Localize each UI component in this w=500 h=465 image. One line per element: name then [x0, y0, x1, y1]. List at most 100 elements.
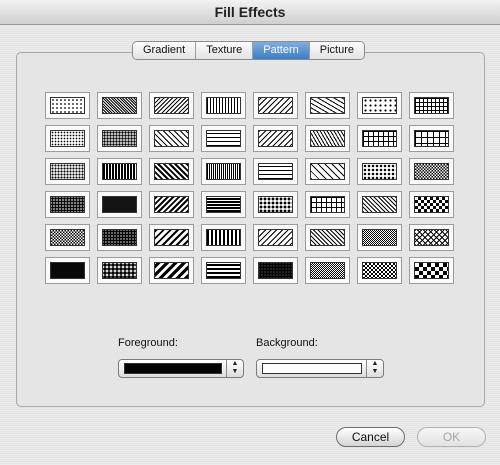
pattern-swatch[interactable]: [149, 92, 194, 119]
pattern-swatch[interactable]: [253, 191, 298, 218]
pattern-fill: [154, 130, 189, 147]
pattern-swatch[interactable]: [149, 191, 194, 218]
pattern-swatch[interactable]: [409, 224, 454, 251]
pattern-swatch[interactable]: [305, 191, 350, 218]
pattern-fill: [154, 229, 189, 246]
pattern-fill: [258, 229, 293, 246]
pattern-swatch[interactable]: [305, 125, 350, 152]
pattern-swatch[interactable]: [357, 125, 402, 152]
pattern-swatch[interactable]: [357, 257, 402, 284]
tab-pattern[interactable]: Pattern: [253, 42, 310, 59]
pattern-swatch[interactable]: [149, 224, 194, 251]
pattern-swatch[interactable]: [305, 92, 350, 119]
pattern-fill: [258, 97, 293, 114]
pattern-fill: [154, 163, 189, 180]
pattern-fill: [362, 97, 397, 114]
ok-button[interactable]: OK: [417, 427, 486, 447]
pattern-swatch[interactable]: [305, 158, 350, 185]
pattern-swatch[interactable]: [357, 191, 402, 218]
pattern-fill: [50, 97, 85, 114]
pattern-swatch[interactable]: [97, 92, 142, 119]
pattern-fill: [206, 196, 241, 213]
tab-gradient[interactable]: Gradient: [133, 42, 197, 59]
pattern-fill: [102, 163, 137, 180]
pattern-fill: [206, 97, 241, 114]
tab-texture[interactable]: Texture: [196, 42, 254, 59]
pattern-fill: [206, 229, 241, 246]
pattern-swatch[interactable]: [45, 92, 90, 119]
pattern-fill: [102, 229, 137, 246]
pattern-fill: [206, 163, 241, 180]
pattern-swatch[interactable]: [201, 191, 246, 218]
pattern-swatch[interactable]: [253, 224, 298, 251]
tab-bar: Gradient Texture Pattern Picture: [132, 41, 365, 60]
tab-picture[interactable]: Picture: [309, 42, 364, 59]
pattern-swatch[interactable]: [357, 92, 402, 119]
pattern-fill: [50, 262, 85, 279]
pattern-swatch[interactable]: [201, 125, 246, 152]
pattern-fill: [310, 163, 345, 180]
pattern-fill: [102, 130, 137, 147]
pattern-swatch[interactable]: [201, 224, 246, 251]
popup-arrows-icon: ▲ ▼: [366, 360, 383, 377]
pattern-swatch[interactable]: [97, 125, 142, 152]
pattern-fill: [414, 130, 449, 147]
pattern-fill: [310, 196, 345, 213]
pattern-fill: [206, 262, 241, 279]
pattern-swatch[interactable]: [45, 191, 90, 218]
pattern-fill: [362, 262, 397, 279]
pattern-fill: [414, 196, 449, 213]
background-color-popup[interactable]: ▲ ▼: [256, 359, 384, 378]
pattern-fill: [414, 163, 449, 180]
pattern-swatch[interactable]: [149, 257, 194, 284]
pattern-fill: [362, 163, 397, 180]
pattern-swatch[interactable]: [253, 257, 298, 284]
pattern-grid: [45, 92, 454, 284]
pattern-swatch[interactable]: [409, 257, 454, 284]
pattern-fill: [362, 130, 397, 147]
pattern-swatch[interactable]: [201, 257, 246, 284]
pattern-swatch[interactable]: [305, 224, 350, 251]
pattern-fill: [154, 196, 189, 213]
pattern-swatch[interactable]: [149, 158, 194, 185]
pattern-swatch[interactable]: [253, 158, 298, 185]
pattern-swatch[interactable]: [357, 224, 402, 251]
pattern-swatch[interactable]: [201, 92, 246, 119]
pattern-fill: [50, 196, 85, 213]
pattern-swatch[interactable]: [97, 257, 142, 284]
pattern-fill: [310, 130, 345, 147]
pattern-swatch[interactable]: [409, 125, 454, 152]
foreground-color-swatch: [124, 363, 222, 374]
pattern-swatch[interactable]: [45, 158, 90, 185]
pattern-swatch[interactable]: [253, 92, 298, 119]
pattern-swatch[interactable]: [45, 125, 90, 152]
window-title: Fill Effects: [214, 4, 286, 20]
pattern-fill: [102, 262, 137, 279]
cancel-button[interactable]: Cancel: [336, 427, 405, 447]
pattern-fill: [414, 229, 449, 246]
pattern-fill: [258, 163, 293, 180]
pattern-swatch[interactable]: [253, 125, 298, 152]
pattern-swatch[interactable]: [97, 158, 142, 185]
pattern-fill: [258, 130, 293, 147]
popup-arrows-icon: ▲ ▼: [226, 360, 243, 377]
pattern-swatch[interactable]: [409, 191, 454, 218]
pattern-fill: [154, 262, 189, 279]
pattern-swatch[interactable]: [357, 158, 402, 185]
pattern-swatch[interactable]: [305, 257, 350, 284]
pattern-swatch[interactable]: [149, 125, 194, 152]
pattern-swatch[interactable]: [45, 224, 90, 251]
pattern-fill: [154, 97, 189, 114]
pattern-swatch[interactable]: [201, 158, 246, 185]
pattern-swatch[interactable]: [409, 92, 454, 119]
foreground-color-popup[interactable]: ▲ ▼: [118, 359, 244, 378]
pattern-fill: [310, 229, 345, 246]
pattern-fill: [102, 97, 137, 114]
pattern-swatch[interactable]: [409, 158, 454, 185]
pattern-swatch[interactable]: [97, 224, 142, 251]
pattern-fill: [50, 163, 85, 180]
pattern-fill: [50, 130, 85, 147]
window-titlebar: Fill Effects: [0, 0, 500, 25]
pattern-swatch[interactable]: [97, 191, 142, 218]
pattern-swatch[interactable]: [45, 257, 90, 284]
